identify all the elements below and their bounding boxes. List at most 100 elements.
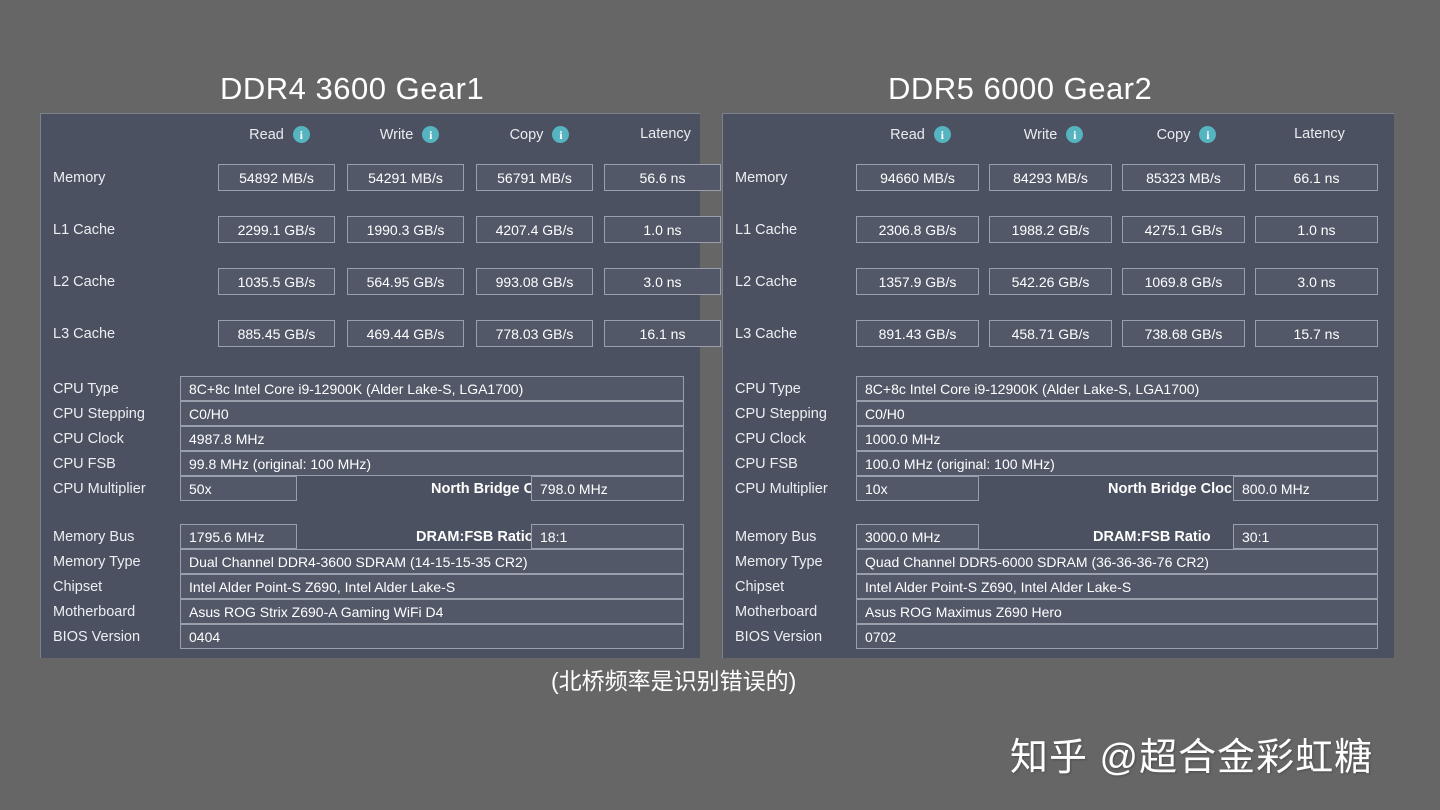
bench-row-label: L3 Cache	[53, 326, 116, 342]
bench-row-label: L2 Cache	[735, 274, 798, 290]
bios-version-value: 0404	[180, 624, 684, 649]
info-icon[interactable]: i	[933, 126, 951, 143]
cpu-multiplier-value: 10x	[856, 476, 979, 501]
cpu-clock-value: 4987.8 MHz	[180, 426, 684, 451]
bench-value-cell: 3.0 ns	[1255, 268, 1378, 295]
bench-value-cell: 564.95 GB/s	[347, 268, 464, 295]
panel-title-left: DDR4 3600 Gear1	[220, 71, 485, 106]
bench-column-label: Copy	[1156, 126, 1191, 143]
bench-value-cell: 542.26 GB/s	[989, 268, 1112, 295]
bench-column-label: Read	[249, 126, 284, 143]
cpu-type-value: 8C+8c Intel Core i9-12900K (Alder Lake-S…	[856, 376, 1378, 401]
dram-fsb-ratio-value: 30:1	[1233, 524, 1378, 549]
bench-value-cell: 1988.2 GB/s	[989, 216, 1112, 243]
bench-value-cell: 885.45 GB/s	[218, 320, 335, 347]
screenshot-root: DDR4 3600 Gear1 DDR5 6000 Gear2 Read i Wri…	[0, 0, 1440, 810]
motherboard-value: Asus ROG Maximus Z690 Hero	[856, 599, 1378, 624]
bench-column-header-latency: Latency	[1258, 126, 1381, 142]
bench-row-label: L1 Cache	[735, 222, 798, 238]
bios-version-label: BIOS Version	[735, 629, 823, 645]
bench-column-header-write: Write i	[351, 126, 468, 143]
bench-value-cell: 66.1 ns	[1255, 164, 1378, 191]
bench-value-cell: 85323 MB/s	[1122, 164, 1245, 191]
cpu-stepping-label: CPU Stepping	[53, 406, 145, 422]
bench-value-cell: 56.6 ns	[604, 164, 721, 191]
motherboard-value: Asus ROG Strix Z690-A Gaming WiFi D4	[180, 599, 684, 624]
bench-value-cell: 16.1 ns	[604, 320, 721, 347]
bench-row-label: L3 Cache	[735, 326, 798, 342]
north-bridge-clock-value: 800.0 MHz	[1233, 476, 1378, 501]
panel-title-right: DDR5 6000 Gear2	[888, 71, 1153, 106]
cpu-stepping-label: CPU Stepping	[735, 406, 827, 422]
bench-column-header-latency: Latency	[607, 126, 724, 142]
info-icon[interactable]: i	[422, 126, 440, 143]
aida64-panel-ddr4: Read i Write i Copy i Latency Memory 54892 MB/s 5…	[40, 113, 721, 658]
bench-column-header-read: Read i	[221, 126, 338, 143]
cpu-fsb-label: CPU FSB	[53, 456, 116, 472]
cpu-fsb-value: 100.0 MHz (original: 100 MHz)	[856, 451, 1378, 476]
bench-value-cell: 1069.8 GB/s	[1122, 268, 1245, 295]
chipset-label: Chipset	[53, 579, 103, 595]
bench-value-cell: 778.03 GB/s	[476, 320, 593, 347]
bench-value-cell: 54892 MB/s	[218, 164, 335, 191]
bench-column-header-copy: Copy i	[1125, 126, 1248, 143]
caption-note: (北桥频率是识别错误的)	[551, 668, 797, 694]
memory-type-label: Memory Type	[735, 554, 823, 570]
motherboard-label: Motherboard	[735, 604, 818, 620]
bench-value-cell: 56791 MB/s	[476, 164, 593, 191]
cpu-stepping-value: C0/H0	[180, 401, 684, 426]
chipset-value: Intel Alder Point-S Z690, Intel Alder La…	[856, 574, 1378, 599]
info-icon[interactable]: i	[1199, 126, 1217, 143]
bench-value-cell: 1.0 ns	[1255, 216, 1378, 243]
bench-column-label: Read	[890, 126, 925, 143]
cpu-type-label: CPU Type	[53, 381, 119, 397]
bench-value-cell: 94660 MB/s	[856, 164, 979, 191]
bench-value-cell: 2299.1 GB/s	[218, 216, 335, 243]
memory-bus-label: Memory Bus	[735, 529, 817, 545]
cpu-clock-value: 1000.0 MHz	[856, 426, 1378, 451]
bios-version-label: BIOS Version	[53, 629, 141, 645]
info-icon[interactable]: i	[292, 126, 310, 143]
bench-value-cell: 1990.3 GB/s	[347, 216, 464, 243]
chipset-value: Intel Alder Point-S Z690, Intel Alder La…	[180, 574, 684, 599]
memory-type-value: Dual Channel DDR4-3600 SDRAM (14-15-15-3…	[180, 549, 684, 574]
cpu-fsb-label: CPU FSB	[735, 456, 798, 472]
bench-row-label: L1 Cache	[53, 222, 116, 238]
bench-value-cell: 3.0 ns	[604, 268, 721, 295]
bench-value-cell: 469.44 GB/s	[347, 320, 464, 347]
bench-column-label: Latency	[1294, 126, 1345, 142]
bench-column-label: Write	[1023, 126, 1058, 143]
bench-row-label: Memory	[735, 170, 788, 186]
cpu-stepping-value: C0/H0	[856, 401, 1378, 426]
north-bridge-clock-value: 798.0 MHz	[531, 476, 684, 501]
cpu-type-label: CPU Type	[735, 381, 801, 397]
dram-fsb-ratio-value: 18:1	[531, 524, 684, 549]
bench-row-label: L2 Cache	[53, 274, 116, 290]
cpu-multiplier-label: CPU Multiplier	[735, 481, 828, 497]
bench-value-cell: 1357.9 GB/s	[856, 268, 979, 295]
aida64-panel-ddr5: Read i Write i Copy i Latency Memory 94660 MB/s 8…	[722, 113, 1394, 658]
cpu-type-value: 8C+8c Intel Core i9-12900K (Alder Lake-S…	[180, 376, 684, 401]
bench-value-cell: 891.43 GB/s	[856, 320, 979, 347]
bench-value-cell: 84293 MB/s	[989, 164, 1112, 191]
bench-column-header-copy: Copy i	[481, 126, 598, 143]
memory-bus-label: Memory Bus	[53, 529, 135, 545]
bench-column-label: Latency	[640, 126, 691, 142]
memory-type-label: Memory Type	[53, 554, 141, 570]
bench-value-cell: 1.0 ns	[604, 216, 721, 243]
bench-column-label: Write	[379, 126, 414, 143]
info-icon[interactable]: i	[552, 126, 570, 143]
dram-fsb-ratio-label: DRAM:FSB Ratio	[416, 529, 534, 545]
bench-value-cell: 15.7 ns	[1255, 320, 1378, 347]
info-icon[interactable]: i	[1066, 126, 1084, 143]
bench-column-header-read: Read i	[859, 126, 982, 143]
bench-column-label: Copy	[509, 126, 544, 143]
dram-fsb-ratio-label: DRAM:FSB Ratio	[1093, 529, 1211, 545]
memory-bus-value: 1795.6 MHz	[180, 524, 297, 549]
cpu-multiplier-label: CPU Multiplier	[53, 481, 146, 497]
bench-value-cell: 993.08 GB/s	[476, 268, 593, 295]
cpu-clock-label: CPU Clock	[53, 431, 124, 447]
bench-value-cell: 54291 MB/s	[347, 164, 464, 191]
cpu-clock-label: CPU Clock	[735, 431, 806, 447]
cpu-multiplier-value: 50x	[180, 476, 297, 501]
